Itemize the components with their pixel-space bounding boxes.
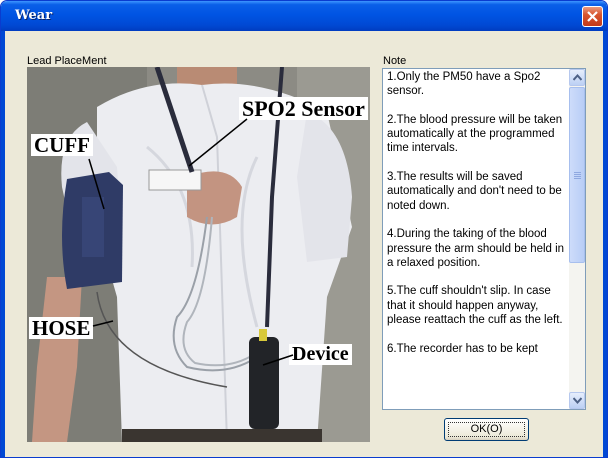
note-scrollbar[interactable] <box>569 69 585 409</box>
scroll-down-button[interactable] <box>569 392 585 409</box>
note-content: 1.Only the PM50 have a Spo2 sensor. 2.Th… <box>387 70 570 408</box>
grip-icon <box>574 172 581 180</box>
scroll-up-button[interactable] <box>569 69 585 86</box>
note-item: 6.The recorder has to be kept <box>387 342 538 355</box>
note-item: 4.During the taking of the blood pressur… <box>387 228 565 269</box>
note-item: 1.Only the PM50 have a Spo2 sensor. <box>387 71 541 98</box>
scroll-thumb[interactable] <box>569 87 585 263</box>
wear-dialog: Wear Lead PlaceMent Note SPO2 Sensor CUF… <box>0 0 608 458</box>
ok-button[interactable]: OK(O) <box>444 418 529 441</box>
ok-button-label: OK(O) <box>470 423 503 435</box>
note-textbox[interactable]: 1.Only the PM50 have a Spo2 sensor. 2.Th… <box>382 68 586 410</box>
note-item: 3.The results will be saved automaticall… <box>387 171 562 212</box>
note-item: 2.The blood pressure will be taken autom… <box>387 113 563 155</box>
chevron-up-icon <box>573 74 582 81</box>
chevron-down-icon <box>573 397 582 404</box>
note-item: 5.The cuff shouldn't slip. In case that … <box>387 285 563 327</box>
